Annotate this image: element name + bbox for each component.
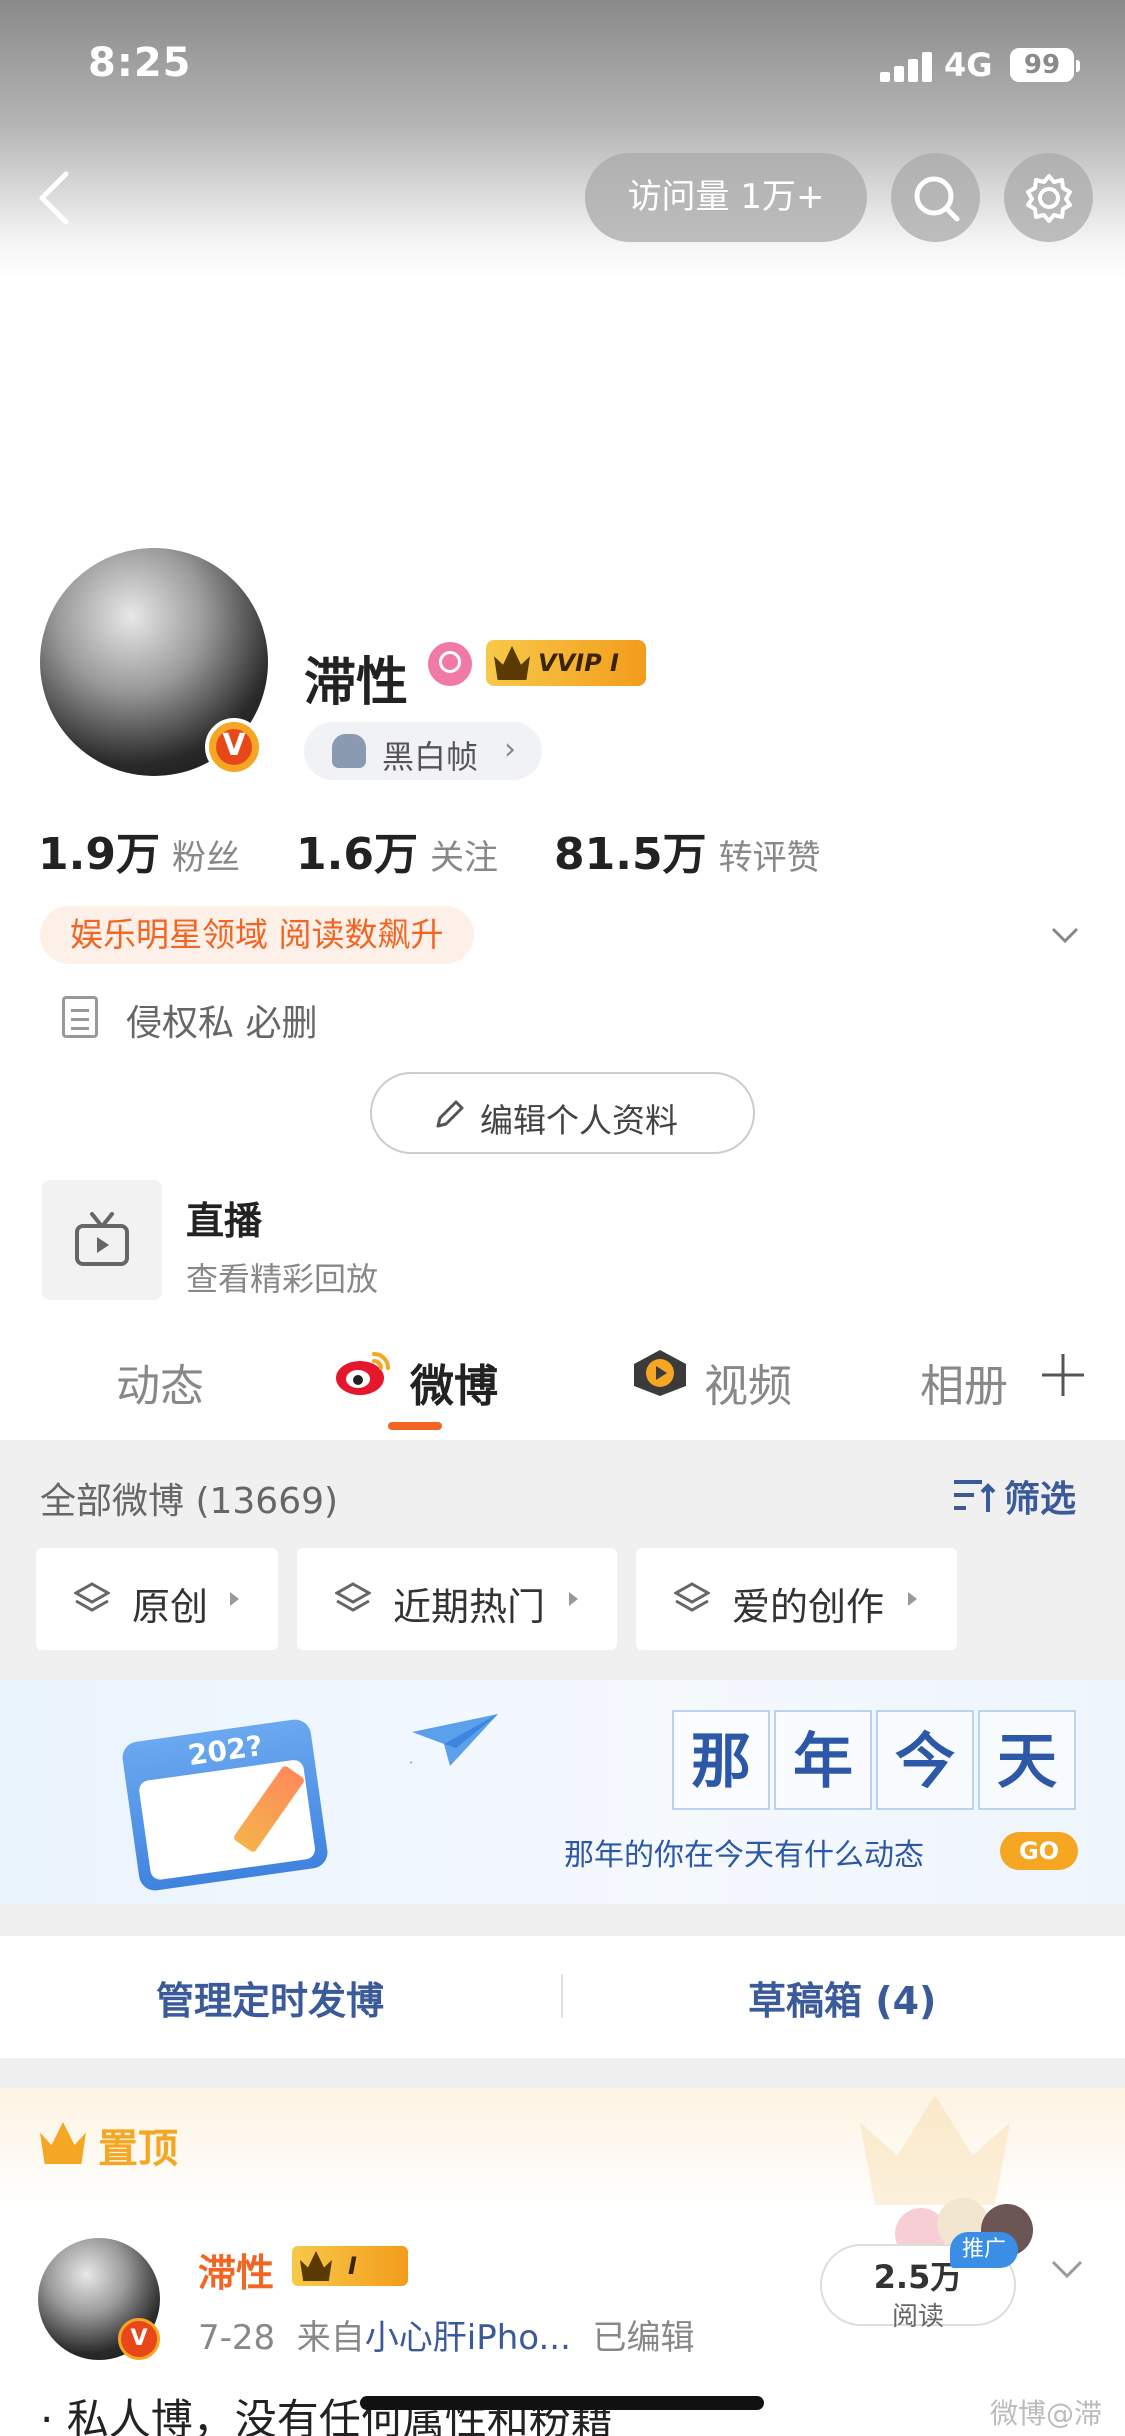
stat-label: 转评赞	[718, 838, 821, 878]
filter-button[interactable]: 筛选	[1004, 1470, 1076, 1522]
tab-video[interactable]: 视频	[704, 1350, 792, 1414]
post-source[interactable]: 小心肝iPho...	[365, 2318, 571, 2358]
signal-icon	[880, 52, 936, 82]
vvip-badge[interactable]: VVIP I	[486, 640, 646, 686]
verified-mark: V	[222, 728, 246, 763]
stat-number: 81.5万	[554, 829, 707, 880]
gear-icon	[1026, 174, 1072, 223]
domain-badge[interactable]: 娱乐明星领域 阅读数飙升	[40, 906, 474, 964]
scheduled-posts-button[interactable]: 管理定时发博	[156, 1970, 384, 2025]
chip-recent-hot[interactable]: 近期热门	[297, 1548, 617, 1650]
back-button[interactable]	[30, 168, 80, 228]
section-gap	[0, 2058, 1125, 2088]
banner-go-button[interactable]: GO	[1000, 1832, 1078, 1870]
post-text: · 私人博，没有任何属性和粉籍	[40, 2395, 613, 2436]
vvip-label: VVIP I	[538, 649, 619, 677]
profile-name: 滞性	[304, 653, 409, 713]
crown-icon	[494, 646, 530, 680]
caret-right-icon	[230, 1592, 239, 1606]
plus-icon[interactable]	[1040, 1352, 1086, 1398]
edit-profile-label: 编辑个人资料	[480, 1101, 678, 1140]
search-icon	[914, 176, 960, 222]
verified-badge: V	[205, 718, 263, 776]
memories-banner[interactable]: 202? 那 年 今 天 那年的你在今天有什么动态 GO	[0, 1680, 1125, 1904]
stat-number: 1.9万	[38, 829, 160, 880]
chevron-right-icon: ›	[504, 732, 516, 767]
section-gap	[0, 1904, 1125, 1936]
network-label: 4G	[944, 46, 993, 84]
post-date: 7-28	[198, 2318, 276, 2358]
vip-badge[interactable]: I	[292, 2246, 408, 2286]
female-gender-icon	[428, 642, 472, 686]
tab-indicator	[388, 1422, 442, 1430]
pinned-label: 置顶	[98, 2126, 178, 2172]
weibo-logo-icon	[336, 1352, 390, 1395]
chip-label: 原创	[132, 1585, 209, 1629]
stat-following[interactable]: 1.6万 关注	[296, 818, 498, 882]
divider	[561, 1974, 563, 2018]
live-entry-icon[interactable]	[42, 1180, 162, 1300]
tab-album[interactable]: 相册	[920, 1350, 1008, 1414]
live-title[interactable]: 直播	[186, 1190, 262, 1245]
settings-button[interactable]	[1004, 153, 1093, 242]
status-bar: 8:25 4G 99	[0, 0, 1125, 140]
post-source-prefix: 来自	[296, 2318, 365, 2358]
banner-title-char: 天	[978, 1710, 1076, 1810]
stat-label: 粉丝	[171, 838, 240, 878]
live-subtitle: 查看精彩回放	[186, 1260, 379, 1298]
banner-title: 那 年 今 天	[672, 1710, 1078, 1810]
chevron-down-icon[interactable]	[1050, 920, 1080, 950]
chip-label: 爱的创作	[732, 1585, 885, 1629]
stat-interactions[interactable]: 81.5万 转评赞	[554, 818, 821, 882]
chevron-down-icon[interactable]	[1050, 2254, 1084, 2284]
post-author[interactable]: 滞性	[198, 2242, 274, 2297]
home-indicator	[360, 2396, 764, 2410]
post-edited: 已编辑	[592, 2318, 695, 2358]
chip-original[interactable]: 原创	[36, 1548, 278, 1650]
stat-followers[interactable]: 1.9万 粉丝	[38, 818, 240, 882]
stat-number: 1.6万	[296, 829, 418, 880]
video-logo-icon	[634, 1350, 686, 1396]
search-button[interactable]	[891, 153, 980, 242]
profile-tabs: 动态 微博 视频 相册	[0, 1330, 1125, 1440]
filter-icon	[954, 1480, 996, 1512]
promote-badge[interactable]: 推广	[950, 2232, 1018, 2268]
edit-profile-button[interactable]: 编辑个人资料	[370, 1072, 755, 1154]
stats-row: 1.9万 粉丝 1.6万 关注 81.5万 转评赞	[38, 818, 1088, 880]
banner-title-char: 那	[672, 1710, 770, 1810]
layers-icon	[674, 1582, 710, 1612]
tab-activity[interactable]: 动态	[116, 1350, 204, 1414]
tab-weibo[interactable]: 微博	[410, 1350, 498, 1414]
group-tag-button[interactable]: 黑白帧 ›	[304, 722, 542, 780]
status-time: 8:25	[88, 40, 192, 86]
post-tools-row: 管理定时发博 草稿箱 (4)	[0, 1936, 1125, 2058]
caret-right-icon	[569, 1592, 578, 1606]
post-meta: 7-28 来自小心肝iPho... 已编辑	[198, 2310, 695, 2359]
chip-label: 近期热门	[393, 1585, 546, 1629]
back-icon	[39, 171, 69, 225]
edit-pencil-icon	[436, 1100, 464, 1128]
visits-button[interactable]: 访问量 1万+	[585, 153, 867, 242]
caret-right-icon	[908, 1592, 917, 1606]
all-weibo-count: 全部微博 (13669)	[40, 1481, 339, 1522]
layers-icon	[335, 1582, 371, 1612]
group-tag-label: 黑白帧	[382, 738, 479, 776]
banner-title-char: 今	[876, 1710, 974, 1810]
drafts-button[interactable]: 草稿箱 (4)	[748, 1970, 936, 2025]
layers-icon	[74, 1582, 110, 1612]
watermark: 微博@滞性	[990, 2397, 1103, 2430]
bio-text: 侵权私 必删	[126, 1003, 318, 1044]
cat-icon	[332, 734, 366, 768]
banner-title-char: 年	[774, 1710, 872, 1810]
doc-icon	[62, 996, 98, 1038]
verified-badge: V	[118, 2318, 160, 2360]
battery-icon: 99	[1010, 48, 1080, 82]
paper-plane-icon	[410, 1714, 498, 1766]
reads-label: 阅读	[891, 2302, 944, 2332]
banner-subtitle: 那年的你在今天有什么动态	[564, 1838, 924, 1873]
stat-label: 关注	[429, 838, 498, 878]
tv-icon	[75, 1212, 129, 1266]
chip-love-creation[interactable]: 爱的创作	[636, 1548, 957, 1650]
